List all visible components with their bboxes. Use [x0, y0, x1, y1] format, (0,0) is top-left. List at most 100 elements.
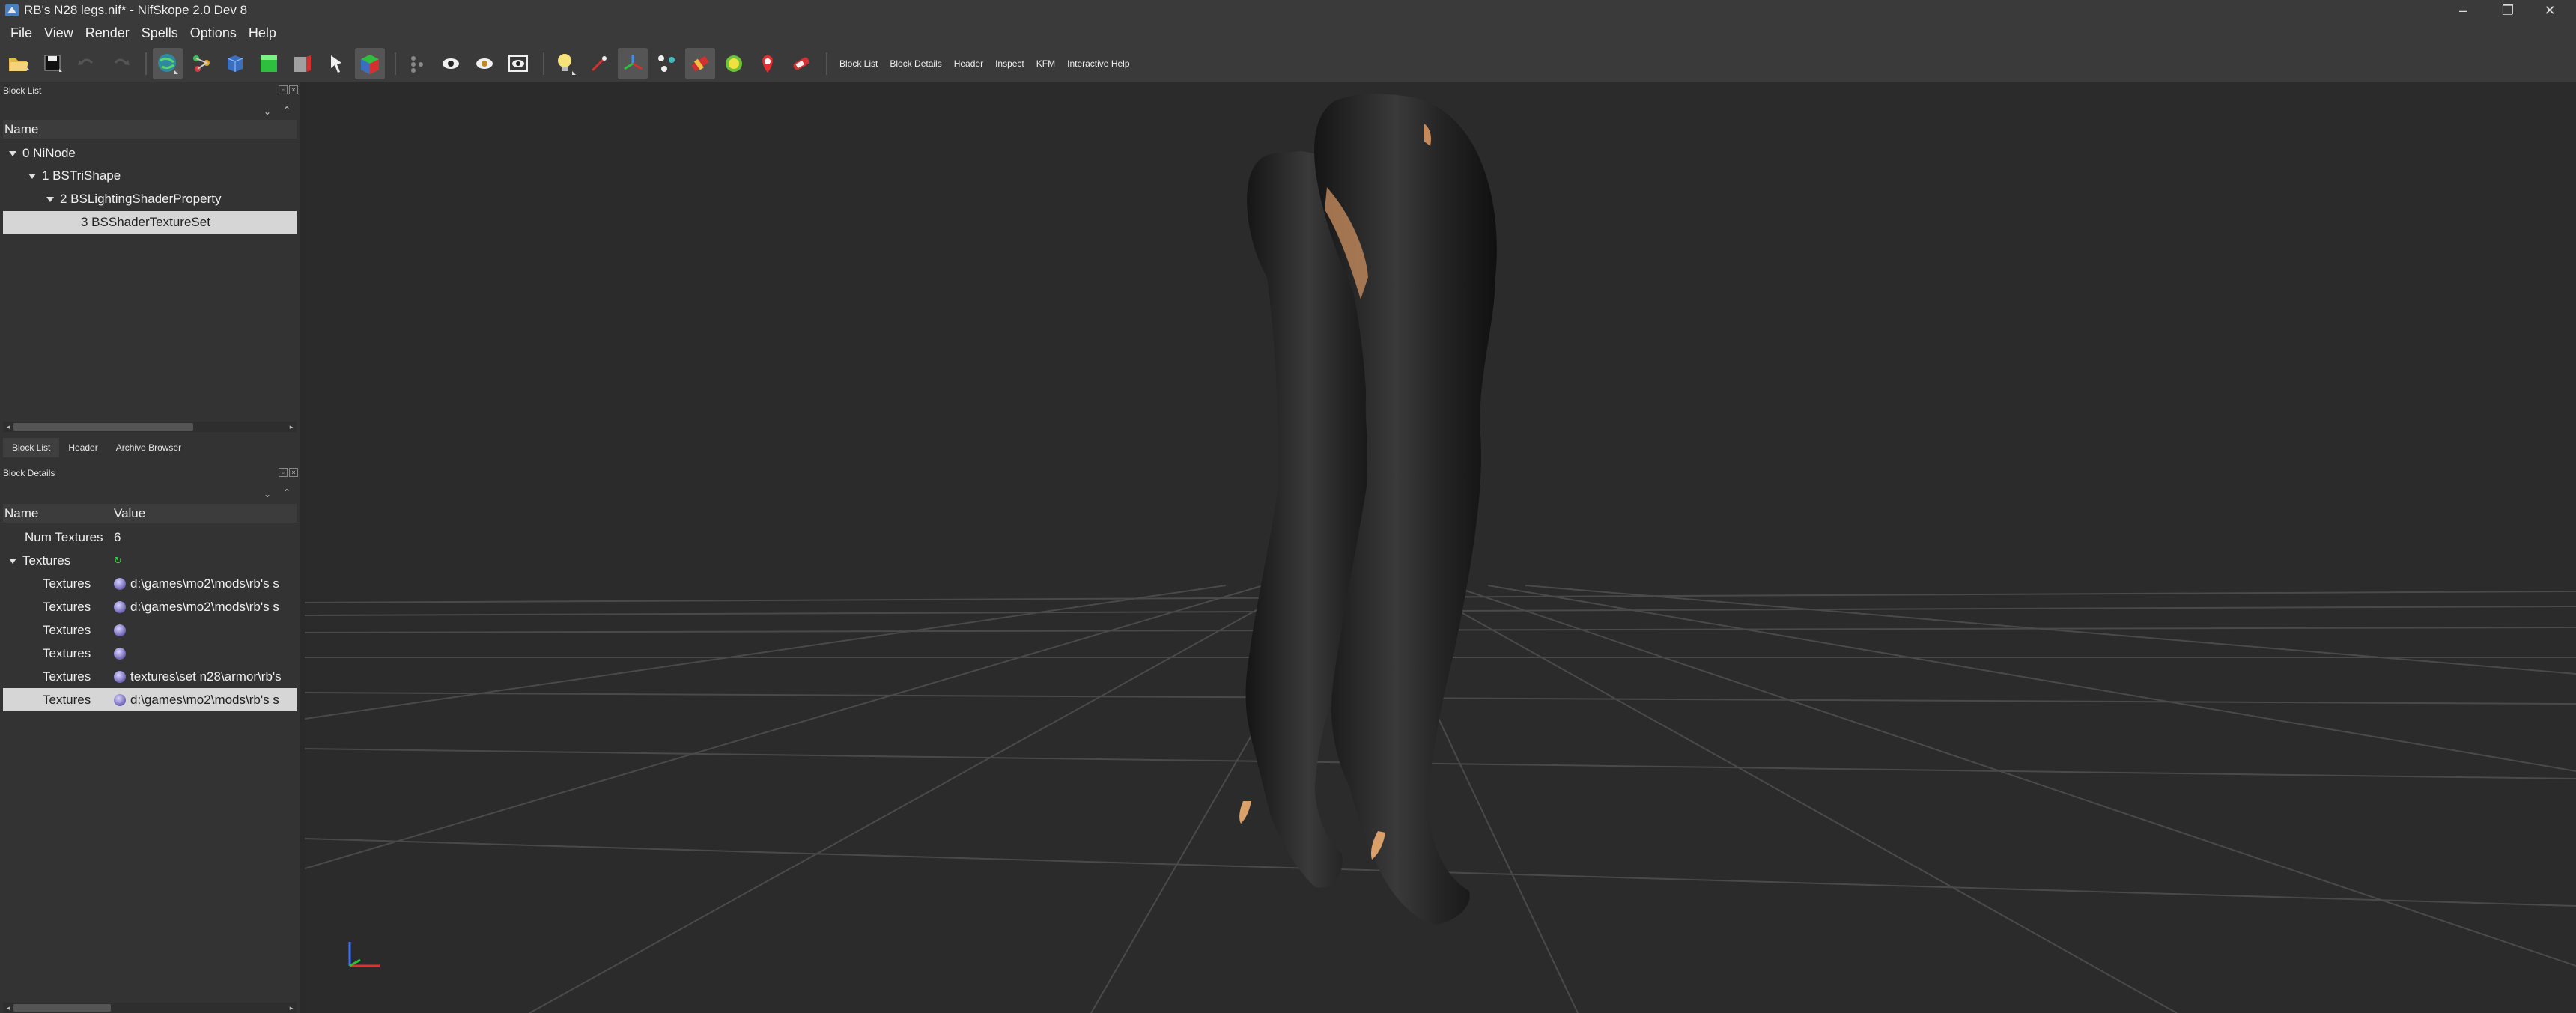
save-file-icon[interactable] — [38, 48, 68, 79]
glow-icon[interactable] — [786, 48, 816, 79]
render-viewport[interactable] — [305, 82, 2576, 1013]
vertex-colors-icon[interactable] — [719, 48, 749, 79]
scroll-right-arrow-icon[interactable]: ▸ — [286, 422, 297, 432]
view-front-cube-icon[interactable] — [220, 48, 250, 79]
skeleton-icon[interactable] — [186, 48, 216, 79]
vertices-icon[interactable] — [651, 48, 681, 79]
detail-value[interactable]: d:\games\mo2\mods\rb's s — [114, 595, 279, 618]
scrollbar-thumb[interactable] — [13, 423, 193, 431]
leg-model[interactable] — [1239, 94, 1497, 925]
dock-float-icon[interactable]: ▫ — [279, 468, 288, 477]
detail-value[interactable]: ↻ — [114, 549, 124, 572]
block-list-column-header[interactable]: Name — [3, 120, 297, 139]
tree-item-bstrishape[interactable]: 1 BSTriShape — [3, 165, 297, 187]
collapse-all-icon[interactable]: ⌄ — [264, 106, 271, 117]
tab-archive-browser[interactable]: Archive Browser — [107, 438, 190, 457]
scroll-left-arrow-icon[interactable]: ◂ — [3, 1003, 13, 1013]
collapse-all-icon[interactable]: ⌄ — [264, 489, 271, 499]
tab-header[interactable]: Header — [59, 438, 106, 457]
detail-row-texture[interactable]: Textures textures\set n28\armor\rb's — [3, 665, 297, 688]
tree-item-ninode[interactable]: 0 NiNode — [3, 142, 297, 165]
detail-row-texture[interactable]: Textures d:\games\mo2\mods\rb's s — [3, 688, 297, 711]
column-name-label: Name — [4, 122, 39, 136]
expand-arrow-icon[interactable] — [28, 174, 36, 180]
textures-icon[interactable] — [685, 47, 715, 79]
tree-item-label: 2 BSLightingShaderProperty — [60, 192, 222, 206]
detail-value[interactable] — [114, 642, 130, 665]
undo-icon[interactable] — [72, 48, 102, 79]
expand-arrow-icon[interactable] — [9, 151, 16, 157]
view-perspective-cube-icon[interactable] — [355, 47, 385, 79]
texture-path: d:\games\mo2\mods\rb's s — [130, 577, 279, 591]
view-walk-icon[interactable] — [321, 48, 351, 79]
block-details-column-header[interactable]: Name Value — [3, 504, 297, 523]
scroll-left-arrow-icon[interactable]: ◂ — [3, 422, 13, 432]
redo-icon[interactable] — [106, 48, 136, 79]
detail-row-num-textures[interactable]: Num Textures 6 — [3, 526, 297, 549]
scene-canvas[interactable] — [305, 82, 2576, 1013]
menu-view[interactable]: View — [38, 21, 79, 45]
animation-icon[interactable] — [402, 48, 432, 79]
detail-row-texture[interactable]: Textures — [3, 618, 297, 642]
detail-value[interactable]: d:\games\mo2\mods\rb's s — [114, 572, 279, 595]
toolbar-interactive-help-button[interactable]: Interactive Help — [1061, 48, 1135, 79]
dock-splitter[interactable] — [300, 82, 305, 1013]
globe-icon[interactable] — [153, 47, 183, 79]
tab-block-list[interactable]: Block List — [3, 438, 60, 457]
scrollbar-thumb[interactable] — [13, 1004, 111, 1012]
tree-item-bsshadertextureset[interactable]: 3 BSShaderTextureSet — [3, 211, 297, 234]
scroll-right-arrow-icon[interactable]: ▸ — [286, 1003, 297, 1013]
detail-row-textures-array[interactable]: Textures ↻ — [3, 549, 297, 572]
toolbar-kfm-button[interactable]: KFM — [1030, 48, 1061, 79]
detail-row-texture[interactable]: Textures d:\games\mo2\mods\rb's s — [3, 572, 297, 595]
detail-value[interactable] — [114, 618, 130, 642]
expand-all-icon[interactable]: ⌃ — [283, 105, 291, 115]
dock-float-icon[interactable]: ▫ — [279, 85, 288, 94]
num-textures-value: 6 — [114, 530, 121, 544]
detail-value[interactable]: textures\set n28\armor\rb's — [114, 665, 282, 688]
block-details-horizontal-scrollbar[interactable]: ◂ ▸ — [3, 1003, 297, 1013]
dock-close-icon[interactable]: × — [289, 468, 298, 477]
block-details-panel: Block Details ▫ × ⌄ ⌃ Name Value Num Tex… — [0, 460, 300, 1013]
toolbar-block-details-button[interactable]: Block Details — [884, 48, 947, 79]
menu-spells[interactable]: Spells — [136, 21, 184, 45]
tree-item-bslightingshaderproperty[interactable]: 2 BSLightingShaderProperty — [3, 188, 297, 210]
detail-row-texture[interactable]: Textures d:\games\mo2\mods\rb's s — [3, 595, 297, 618]
menu-options[interactable]: Options — [184, 21, 243, 45]
show-hidden-eye-icon[interactable] — [436, 48, 466, 79]
show-collision-eye-icon[interactable] — [503, 48, 533, 79]
close-button[interactable]: ✕ — [2524, 0, 2576, 21]
detail-value[interactable]: d:\games\mo2\mods\rb's s — [114, 688, 279, 711]
view-top-cube-icon[interactable] — [254, 48, 284, 79]
toolbar-header-button[interactable]: Header — [948, 48, 989, 79]
column-value-label: Value — [114, 506, 146, 520]
detail-name: Textures — [43, 623, 91, 637]
detail-row-texture[interactable]: Textures — [3, 642, 297, 665]
axes-icon[interactable] — [618, 47, 648, 79]
expand-all-icon[interactable]: ⌃ — [283, 487, 291, 498]
open-file-icon[interactable] — [4, 48, 34, 79]
tree-item-label: 3 BSShaderTextureSet — [81, 215, 210, 229]
array-update-icon[interactable]: ↻ — [114, 555, 124, 566]
texture-path: d:\games\mo2\mods\rb's s — [130, 600, 279, 614]
specular-marker-icon[interactable] — [753, 48, 783, 79]
toolbar-block-list-button[interactable]: Block List — [833, 48, 884, 79]
lighting-bulb-icon[interactable] — [550, 48, 580, 79]
menu-help[interactable]: Help — [243, 21, 282, 45]
expand-arrow-icon[interactable] — [9, 559, 16, 565]
menu-render[interactable]: Render — [79, 21, 136, 45]
detail-name: Textures — [43, 693, 91, 707]
select-tool-icon[interactable] — [584, 48, 614, 79]
block-list-panel: Block List ▫ × ⌄ ⌃ Name 0 NiNode 1 BSTri… — [0, 82, 300, 460]
block-list-title: Block List — [3, 85, 42, 96]
show-nodes-eye-icon[interactable] — [470, 48, 499, 79]
expand-arrow-icon[interactable] — [46, 197, 54, 203]
detail-value[interactable]: 6 — [114, 526, 121, 549]
block-list-horizontal-scrollbar[interactable]: ◂ ▸ — [3, 422, 297, 432]
dock-close-icon[interactable]: × — [289, 85, 298, 94]
view-side-cube-icon[interactable] — [288, 48, 318, 79]
texture-file-icon — [114, 624, 126, 636]
block-list-tab-bar: Block List Header Archive Browser — [3, 438, 190, 457]
menu-file[interactable]: File — [4, 21, 38, 45]
toolbar-inspect-button[interactable]: Inspect — [989, 48, 1030, 79]
